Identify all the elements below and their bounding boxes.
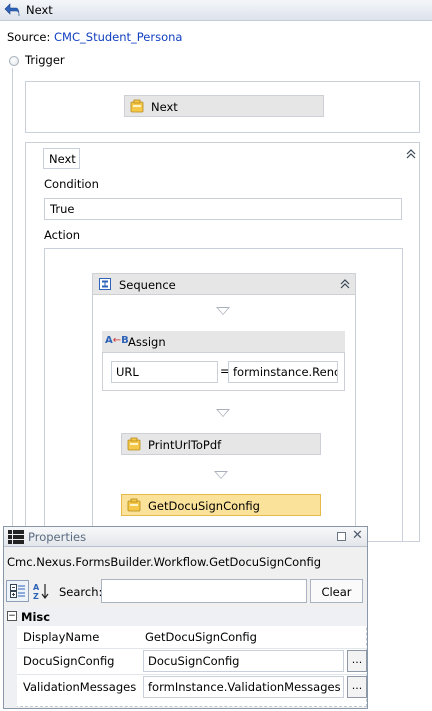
activity-printurltopdf[interactable]: PrintUrlToPdf: [121, 433, 321, 455]
drop-arrow-icon: [214, 471, 228, 479]
sequence-header[interactable]: Sequence: [92, 273, 356, 295]
condition-input[interactable]: True: [44, 198, 402, 220]
trigger-node-icon[interactable]: [9, 56, 19, 66]
validationmessages-input[interactable]: formInstance.ValidationMessages: [143, 676, 344, 698]
docusignconfig-ellipsis-button[interactable]: ...: [347, 650, 367, 672]
action-label: Action: [44, 228, 81, 242]
collapse-toggle-icon[interactable]: −: [7, 611, 17, 621]
search-input[interactable]: [101, 579, 307, 603]
property-name: ValidationMessages: [23, 680, 137, 694]
properties-icon: [8, 530, 24, 544]
category-row[interactable]: [5, 607, 367, 626]
activity-getdocusignconfig[interactable]: GetDocuSignConfig: [121, 494, 321, 516]
source-line: Source: CMC_Student_Persona: [7, 30, 182, 44]
activity-icon: [127, 437, 141, 451]
drop-arrow-icon: [216, 307, 230, 315]
sequence-collapse-icon[interactable]: [339, 278, 351, 290]
categorized-view-button[interactable]: [6, 580, 29, 602]
search-label: Search:: [59, 585, 103, 599]
breadcrumb-title[interactable]: Next: [26, 3, 53, 17]
row-divider: [17, 648, 367, 649]
collapse-icon[interactable]: [405, 148, 417, 160]
activity-label: PrintUrlToPdf: [148, 438, 222, 452]
assign-icon: A←B: [105, 335, 129, 346]
svg-text:Z: Z: [33, 592, 39, 600]
activity-icon: [127, 498, 141, 512]
property-name: DisplayName: [23, 630, 100, 644]
assign-title: Assign: [128, 335, 166, 349]
property-name: DocuSignConfig: [23, 654, 115, 668]
svg-text:A: A: [33, 583, 40, 592]
source-link[interactable]: CMC_Student_Persona: [54, 30, 182, 44]
validationmessages-ellipsis-button[interactable]: ...: [347, 676, 367, 698]
assign-header[interactable]: A←B Assign: [102, 331, 345, 353]
selected-type-name: Cmc.Nexus.FormsBuilder.Workflow.GetDocuS…: [7, 555, 322, 569]
sort-az-icon: A Z: [33, 583, 49, 600]
docusignconfig-input[interactable]: DocuSignConfig: [143, 650, 344, 672]
activity-icon: [130, 99, 144, 113]
grid-gutter: [5, 626, 17, 707]
activity-label: GetDocuSignConfig: [148, 499, 260, 513]
clear-button[interactable]: Clear: [310, 579, 363, 603]
close-icon[interactable]: ✕: [352, 528, 363, 543]
transition-name-tag[interactable]: Next: [43, 148, 80, 169]
sequence-icon: [99, 278, 111, 290]
designer-breadcrumb-bar: [0, 0, 432, 21]
source-label: Source:: [7, 30, 51, 44]
flow-connector-line: [12, 68, 13, 528]
trigger-activity-label: Next: [151, 100, 178, 114]
back-arrow-icon[interactable]: [4, 3, 20, 17]
condition-label: Condition: [44, 177, 99, 191]
property-value[interactable]: GetDocuSignConfig: [145, 630, 257, 644]
alphabetical-view-button[interactable]: A Z: [31, 580, 51, 602]
assign-value-input[interactable]: forminstance.Renc: [228, 361, 338, 383]
category-label: Misc: [21, 610, 51, 624]
trigger-label: Trigger: [25, 53, 65, 67]
assign-to-input[interactable]: URL: [111, 361, 218, 383]
row-divider: [17, 674, 367, 675]
sequence-title: Sequence: [119, 278, 176, 292]
drop-arrow-icon: [216, 409, 230, 417]
properties-title: Properties: [28, 530, 87, 544]
trigger-activity[interactable]: Next: [124, 95, 324, 117]
categorized-icon: [10, 584, 25, 598]
pin-icon[interactable]: [337, 532, 346, 541]
